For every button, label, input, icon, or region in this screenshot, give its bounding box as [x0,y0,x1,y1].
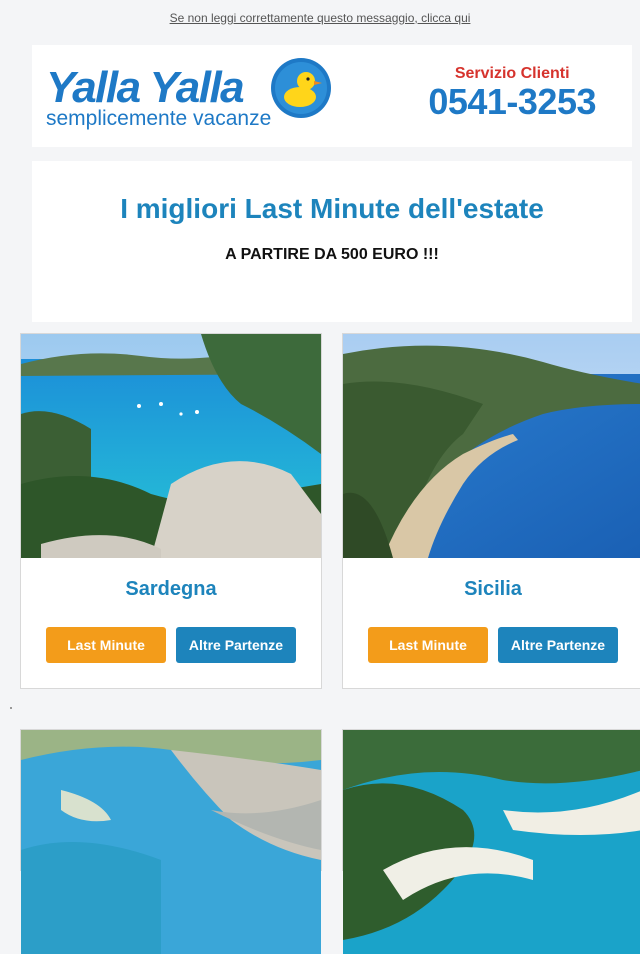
last-minute-button[interactable]: Last Minute [46,627,166,663]
brand-logo[interactable]: Yalla Yalla semplicemente vacanze [46,57,346,137]
duck-icon [271,58,331,118]
customer-service[interactable]: Servizio Clienti 0541-3253 [428,65,596,123]
last-minute-button[interactable]: Last Minute [368,627,488,663]
logo-name: Yalla Yalla [46,63,245,112]
hero-title: I migliori Last Minute dell'estate [120,193,544,224]
altre-partenze-button[interactable]: Altre Partenze [176,627,296,663]
sardegna-photo[interactable] [21,334,321,558]
logo-tagline: semplicemente vacanze [46,107,272,130]
sicilia-photo[interactable] [343,334,640,558]
destination-card-4 [342,729,640,954]
spacer-dot [10,707,12,709]
hero-subtitle: A PARTIRE DA 500 EURO !!! [225,246,439,263]
hero-banner: I migliori Last Minute dell'estate A PAR… [32,161,632,322]
destination-photo-3[interactable] [21,730,321,954]
view-online-bar: Se non leggi correttamente questo messag… [0,0,640,36]
destination-title: Sicilia [464,578,522,600]
destination-card-sicilia: Sicilia Last Minute Altre Partenze [342,333,640,689]
destination-card-3 [20,729,322,954]
destination-card-sardegna: Sardegna Last Minute Altre Partenze [20,333,322,689]
altre-partenze-button[interactable]: Altre Partenze [498,627,618,663]
destination-title: Sardegna [125,578,217,600]
email-header: Yalla Yalla semplicemente vacanze Serviz… [32,45,632,147]
view-online-link[interactable]: Se non leggi correttamente questo messag… [170,11,471,25]
contact-phone: 0541-3253 [428,81,596,122]
destination-photo-4[interactable] [343,730,640,954]
